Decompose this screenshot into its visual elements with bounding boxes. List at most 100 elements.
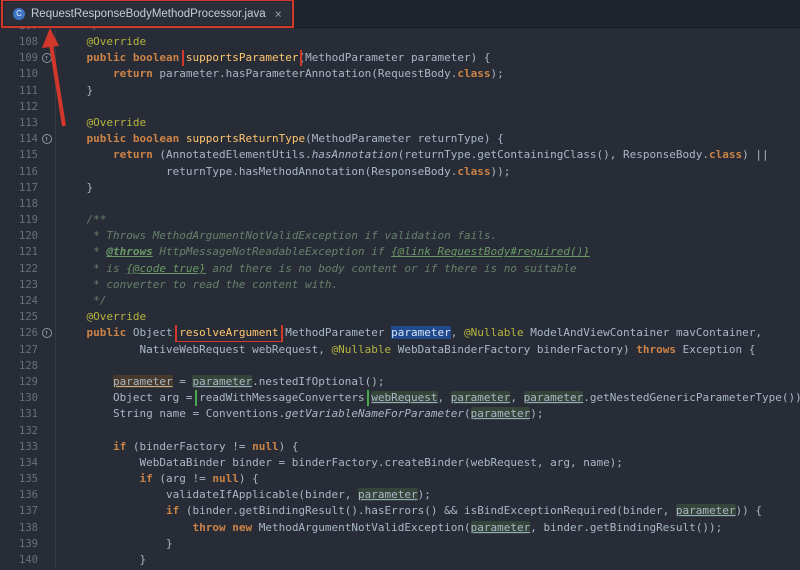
gutter[interactable]: 116	[0, 164, 56, 180]
code-token: (	[464, 407, 471, 420]
gutter[interactable]: 140	[0, 552, 56, 568]
line-number[interactable]: 135	[0, 471, 38, 487]
line-number[interactable]: 129	[0, 374, 38, 390]
gutter[interactable]: 115	[0, 147, 56, 163]
gutter[interactable]: 111	[0, 83, 56, 99]
gutter[interactable]: 133	[0, 439, 56, 455]
line-number[interactable]: 137	[0, 503, 38, 519]
gutter[interactable]: 110	[0, 66, 56, 82]
code-token: ,	[510, 391, 523, 404]
code-token: /**	[60, 213, 106, 226]
code-token: (AnnotatedElementUtils.	[153, 148, 312, 161]
line-number[interactable]: 130	[0, 390, 38, 406]
gutter[interactable]: 139	[0, 536, 56, 552]
gutter[interactable]: 137	[0, 503, 56, 519]
gutter[interactable]: 134	[0, 455, 56, 471]
code-line: 128	[0, 358, 800, 374]
line-number[interactable]: 111	[0, 83, 38, 99]
line-number[interactable]: 124	[0, 293, 38, 309]
line-number[interactable]: 134	[0, 455, 38, 471]
code-token: }	[60, 553, 146, 566]
tab-request-response-body-method-processor[interactable]: C RequestResponseBodyMethodProcessor.jav…	[4, 2, 291, 25]
code-token: ));	[491, 165, 511, 178]
override-method-icon[interactable]: ↑	[42, 134, 52, 144]
code-token: String name = Conventions.	[113, 407, 285, 420]
gutter[interactable]: 132	[0, 423, 56, 439]
line-number[interactable]: 108	[0, 34, 38, 50]
gutter[interactable]: 120	[0, 228, 56, 244]
line-number[interactable]: 110	[0, 66, 38, 82]
line-number[interactable]: 113	[0, 115, 38, 131]
gutter[interactable]: 123	[0, 277, 56, 293]
override-method-icon[interactable]: ↑	[42, 328, 52, 338]
code-token: *	[60, 245, 106, 258]
line-number[interactable]: 118	[0, 196, 38, 212]
gutter[interactable]: 136	[0, 487, 56, 503]
line-number[interactable]: 128	[0, 358, 38, 374]
line-number[interactable]: 126	[0, 325, 38, 341]
line-number[interactable]: 112	[0, 99, 38, 115]
code-token: (returnType.getContainingClass(), Respon…	[398, 148, 709, 161]
line-number[interactable]: 138	[0, 520, 38, 536]
override-method-icon[interactable]: ↑	[42, 53, 52, 63]
code-token: .nestedIfOptional();	[252, 375, 384, 388]
gutter[interactable]: 135	[0, 471, 56, 487]
gutter[interactable]: 122	[0, 261, 56, 277]
code-token: Object	[126, 326, 179, 339]
line-number[interactable]: 115	[0, 147, 38, 163]
code-text: }	[56, 180, 93, 196]
code-token: @Nullable	[464, 326, 524, 339]
code-line: 125 @Override	[0, 309, 800, 325]
code-line: 119 /**	[0, 212, 800, 228]
line-number[interactable]: 125	[0, 309, 38, 325]
gutter[interactable]: 126 ↑	[0, 325, 56, 341]
gutter[interactable]: 117	[0, 180, 56, 196]
line-number[interactable]: 121	[0, 244, 38, 260]
gutter[interactable]: 131	[0, 406, 56, 422]
line-number[interactable]: 140	[0, 552, 38, 568]
line-number[interactable]: 127	[0, 342, 38, 358]
line-number[interactable]: 120	[0, 228, 38, 244]
gutter[interactable]: 108	[0, 34, 56, 50]
code-editor[interactable]: 107 */ 108 @Override109↑ public boolean …	[0, 28, 800, 570]
gutter[interactable]: 130	[0, 390, 56, 406]
line-number[interactable]: 123	[0, 277, 38, 293]
line-number[interactable]: 109	[0, 50, 38, 66]
line-number[interactable]: 133	[0, 439, 38, 455]
gutter[interactable]: 125	[0, 309, 56, 325]
boxed-code-token: readWithMessageConverters	[199, 391, 365, 404]
code-token: ) ||	[742, 148, 769, 161]
line-number[interactable]: 119	[0, 212, 38, 228]
code-line: 127 NativeWebRequest webRequest, @Nullab…	[0, 342, 800, 358]
code-token: ,	[451, 326, 464, 339]
code-token: if	[139, 472, 152, 485]
gutter-icon-area: ↑	[38, 131, 55, 147]
gutter[interactable]: 127	[0, 342, 56, 358]
gutter[interactable]: 124	[0, 293, 56, 309]
line-number[interactable]: 114	[0, 131, 38, 147]
line-number[interactable]: 136	[0, 487, 38, 503]
line-number[interactable]: 132	[0, 423, 38, 439]
line-number[interactable]: 116	[0, 164, 38, 180]
tab-filename: RequestResponseBodyMethodProcessor.java	[31, 8, 266, 20]
gutter[interactable]: 114 ↑	[0, 131, 56, 147]
line-number[interactable]: 117	[0, 180, 38, 196]
code-line: 138 throw new MethodArgumentNotValidExce…	[0, 520, 800, 536]
gutter[interactable]: 129	[0, 374, 56, 390]
gutter[interactable]: 138	[0, 520, 56, 536]
code-token: @Override	[87, 35, 147, 48]
gutter[interactable]: 121	[0, 244, 56, 260]
gutter[interactable]: 128	[0, 358, 56, 374]
gutter[interactable]: 112	[0, 99, 56, 115]
code-line: 117 }	[0, 180, 800, 196]
line-number[interactable]: 131	[0, 406, 38, 422]
code-text: * @throws HttpMessageNotReadableExceptio…	[56, 244, 590, 260]
line-number[interactable]: 139	[0, 536, 38, 552]
close-tab-icon[interactable]: ×	[275, 8, 282, 20]
code-line: 110 return parameter.hasParameterAnnotat…	[0, 66, 800, 82]
gutter[interactable]: 119	[0, 212, 56, 228]
gutter[interactable]: 109 ↑	[0, 50, 56, 66]
gutter[interactable]: 118	[0, 196, 56, 212]
line-number[interactable]: 122	[0, 261, 38, 277]
gutter[interactable]: 113	[0, 115, 56, 131]
